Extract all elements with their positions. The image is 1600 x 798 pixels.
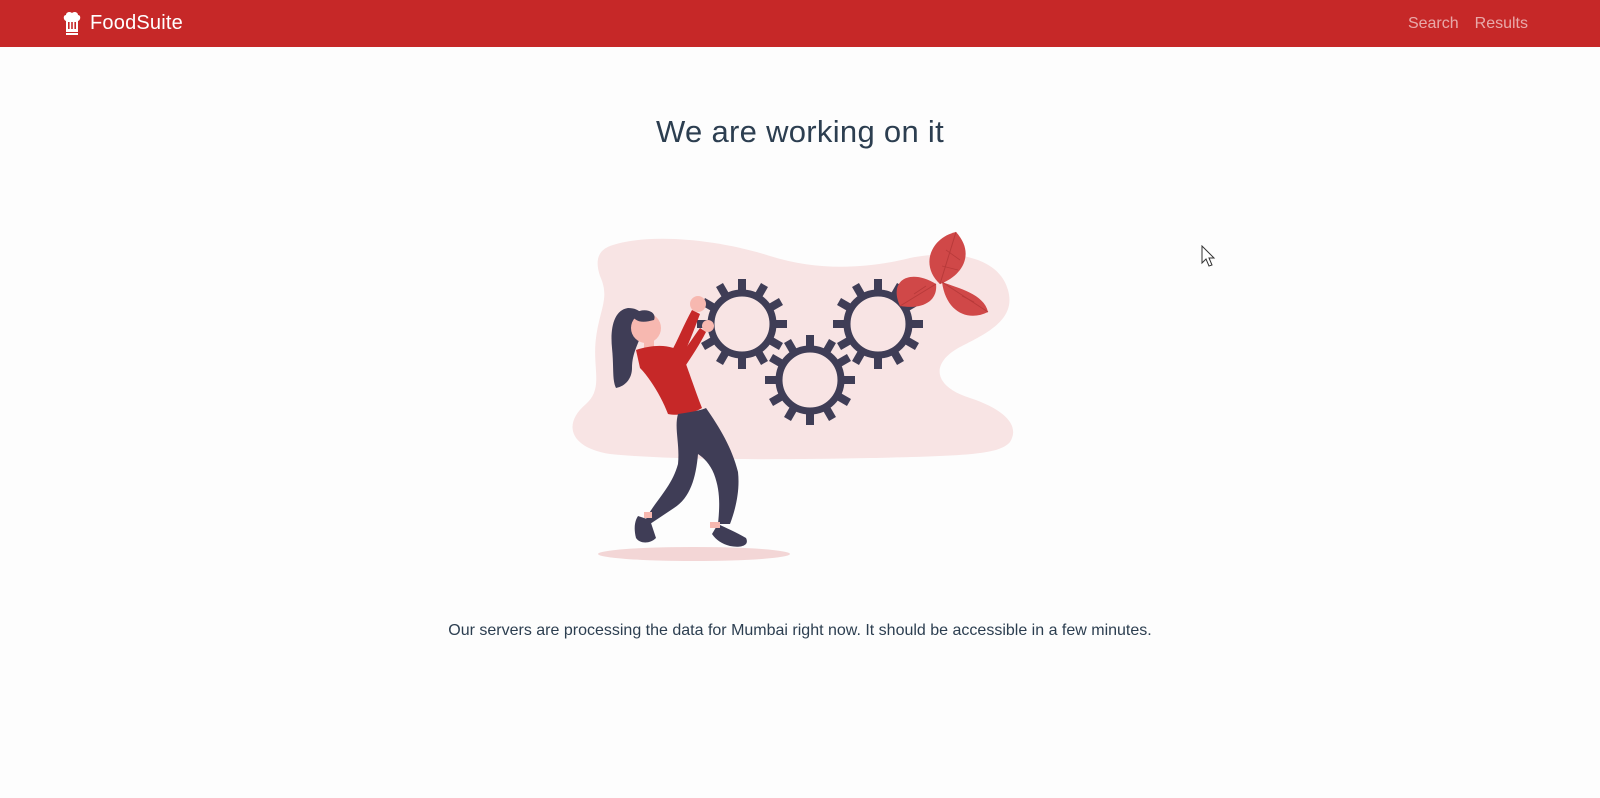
brand-name: FoodSuite [90, 11, 183, 34]
navbar: FoodSuite Search Results [0, 0, 1600, 47]
brand-link[interactable]: FoodSuite [62, 6, 183, 40]
working-illustration [572, 231, 1014, 561]
mouse-cursor-icon [1201, 245, 1216, 267]
page-title: We are working on it [656, 114, 944, 149]
status-message: Our servers are processing the data for … [448, 622, 1152, 639]
chef-hat-icon [63, 11, 81, 35]
ground-shadow [598, 547, 790, 561]
nav-link-results[interactable]: Results [1475, 15, 1528, 33]
nav-links: Search Results [1408, 0, 1528, 47]
nav-link-search[interactable]: Search [1408, 15, 1459, 33]
